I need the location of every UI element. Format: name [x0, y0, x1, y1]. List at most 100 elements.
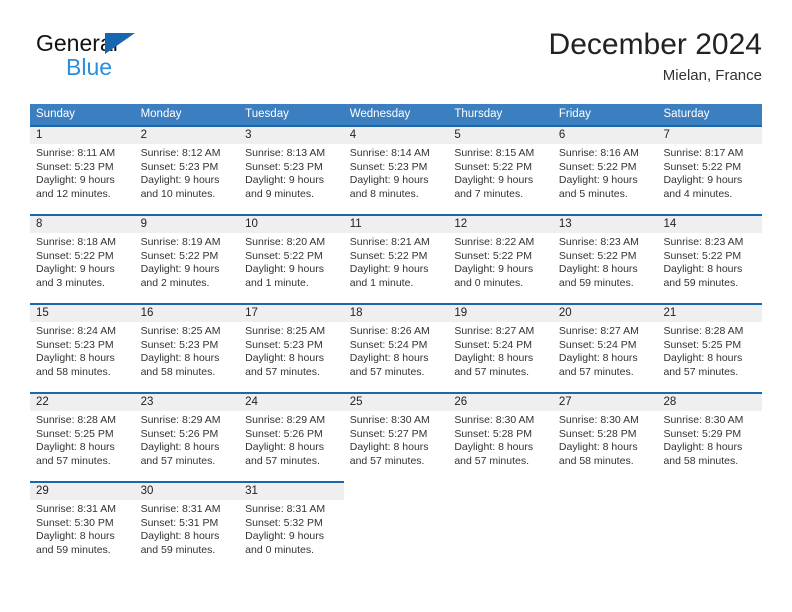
day-number: 18: [343, 305, 449, 322]
day-info-line: and 57 minutes.: [36, 454, 111, 467]
day-sun-info: Sunrise: 8:28 AM Sunset: 5:25 PM Daylight:…: [30, 411, 135, 468]
day-sun-info: Sunrise: 8:15 AM Sunset: 5:22 PM Daylight:…: [448, 144, 553, 201]
calendar-day-cell[interactable]: 29 Sunrise: 8:31 AM Sunset: 5:30 PM Dayligh…: [30, 481, 135, 570]
day-sun-info: Sunrise: 8:28 AM Sunset: 5:25 PM Daylight:…: [657, 322, 762, 379]
page-header: General Blue December 2024 Mielan, Franc…: [30, 26, 762, 92]
day-sun-info: Sunrise: 8:20 AM Sunset: 5:22 PM Daylight:…: [239, 233, 344, 290]
day-sun-info: Sunrise: 8:25 AM Sunset: 5:23 PM Daylight:…: [239, 322, 344, 379]
calendar-day-cell[interactable]: 4 Sunrise: 8:14 AM Sunset: 5:23 PM Daylight…: [343, 125, 449, 214]
day-info-line: Sunset: 5:26 PM: [140, 427, 219, 440]
calendar-day-cell[interactable]: 17 Sunrise: 8:25 AM Sunset: 5:23 PM Dayligh…: [239, 303, 344, 392]
day-info-line: Sunrise: 8:21 AM: [349, 236, 430, 248]
calendar-day-cell[interactable]: 18 Sunrise: 8:26 AM Sunset: 5:24 PM Dayligh…: [343, 303, 449, 392]
day-info-line: Sunrise: 8:31 AM: [36, 503, 116, 515]
calendar-day-cell[interactable]: 7 Sunrise: 8:17 AM Sunset: 5:22 PM Daylight…: [657, 125, 763, 214]
day-info-line: Daylight: 8 hours: [349, 352, 429, 365]
day-number: 13: [552, 216, 658, 233]
calendar-empty-cell: [552, 481, 658, 570]
day-info-line: Sunset: 5:22 PM: [454, 249, 532, 262]
calendar-day-cell[interactable]: 27 Sunrise: 8:30 AM Sunset: 5:28 PM Dayligh…: [552, 392, 658, 481]
day-number: 3: [239, 127, 344, 144]
calendar-day-cell[interactable]: 20 Sunrise: 8:27 AM Sunset: 5:24 PM Dayligh…: [552, 303, 658, 392]
day-info-line: Sunrise: 8:20 AM: [245, 236, 326, 248]
day-number: 2: [134, 127, 240, 144]
day-info-line: and 57 minutes.: [140, 454, 216, 467]
calendar-day-cell[interactable]: 31 Sunrise: 8:31 AM Sunset: 5:32 PM Dayligh…: [239, 481, 344, 570]
calendar-day-cell[interactable]: 1 Sunrise: 8:11 AM Sunset: 5:23 PM Daylight…: [30, 125, 135, 214]
day-info-line: and 10 minutes.: [140, 187, 216, 200]
calendar-day-cell[interactable]: 2 Sunrise: 8:12 AM Sunset: 5:23 PM Daylight…: [134, 125, 240, 214]
day-sun-info: Sunrise: 8:23 AM Sunset: 5:22 PM Daylight:…: [657, 233, 762, 290]
calendar-day-cell[interactable]: 11 Sunrise: 8:21 AM Sunset: 5:22 PM Dayligh…: [343, 214, 449, 303]
day-info-line: Sunset: 5:22 PM: [245, 249, 323, 262]
day-info-line: Daylight: 9 hours: [245, 263, 324, 276]
title-block: December 2024 Mielan, France: [549, 26, 762, 87]
calendar-day-cell[interactable]: 30 Sunrise: 8:31 AM Sunset: 5:31 PM Dayligh…: [134, 481, 240, 570]
day-info-line: Daylight: 8 hours: [663, 263, 743, 276]
calendar-day-cell[interactable]: 12 Sunrise: 8:22 AM Sunset: 5:22 PM Dayligh…: [448, 214, 553, 303]
day-info-line: Sunrise: 8:12 AM: [140, 147, 221, 159]
day-number: 12: [448, 216, 553, 233]
calendar-page: General Blue December 2024 Mielan, Franc…: [0, 0, 792, 612]
calendar-week-row: 15 Sunrise: 8:24 AM Sunset: 5:23 PM Dayligh…: [30, 303, 763, 392]
day-info-line: and 1 minute.: [245, 276, 309, 289]
day-info-line: Sunrise: 8:30 AM: [349, 414, 430, 426]
day-number: 25: [343, 394, 449, 411]
day-info-line: and 57 minutes.: [663, 365, 739, 378]
day-info-line: Sunrise: 8:15 AM: [454, 147, 535, 159]
calendar-day-cell[interactable]: 28 Sunrise: 8:30 AM Sunset: 5:29 PM Dayligh…: [657, 392, 763, 481]
day-info-line: Sunset: 5:26 PM: [245, 427, 323, 440]
day-info-line: Sunset: 5:23 PM: [36, 338, 114, 351]
day-info-line: and 59 minutes.: [140, 543, 216, 556]
day-number: 30: [134, 483, 240, 500]
calendar-day-cell[interactable]: 5 Sunrise: 8:15 AM Sunset: 5:22 PM Daylight…: [448, 125, 553, 214]
day-info-line: Sunrise: 8:27 AM: [454, 325, 535, 337]
day-info-line: Sunset: 5:29 PM: [663, 427, 742, 440]
day-sun-info: Sunrise: 8:25 AM Sunset: 5:23 PM Daylight:…: [135, 322, 240, 379]
day-info-line: Sunrise: 8:28 AM: [663, 325, 744, 337]
day-info-line: Sunrise: 8:14 AM: [349, 147, 430, 159]
day-info-line: Sunset: 5:22 PM: [36, 249, 114, 262]
day-info-line: Daylight: 8 hours: [558, 441, 638, 454]
weekday-header-row: Sunday Monday Tuesday Wednesday Thursday Frid…: [30, 104, 762, 125]
weekday-header-thursday: Thursday: [454, 108, 503, 120]
calendar-day-cell[interactable]: 3 Sunrise: 8:13 AM Sunset: 5:23 PM Daylight…: [239, 125, 344, 214]
calendar-day-cell[interactable]: 16 Sunrise: 8:25 AM Sunset: 5:23 PM Dayligh…: [134, 303, 240, 392]
day-info-line: and 59 minutes.: [36, 543, 111, 556]
day-info-line: and 57 minutes.: [349, 365, 425, 378]
day-sun-info: Sunrise: 8:31 AM Sunset: 5:30 PM Daylight:…: [30, 500, 135, 557]
day-info-line: and 58 minutes.: [663, 454, 739, 467]
calendar-day-cell[interactable]: 23 Sunrise: 8:29 AM Sunset: 5:26 PM Dayligh…: [134, 392, 240, 481]
calendar-day-cell[interactable]: 21 Sunrise: 8:28 AM Sunset: 5:25 PM Dayligh…: [657, 303, 763, 392]
day-info-line: Sunset: 5:24 PM: [349, 338, 428, 351]
logo-triangle-icon: [105, 33, 135, 54]
calendar-day-cell[interactable]: 10 Sunrise: 8:20 AM Sunset: 5:22 PM Dayligh…: [239, 214, 344, 303]
day-info-line: Daylight: 8 hours: [663, 352, 743, 365]
day-info-line: Sunset: 5:23 PM: [349, 160, 428, 173]
day-number: 17: [239, 305, 344, 322]
day-info-line: and 12 minutes.: [36, 187, 111, 200]
day-info-line: Sunrise: 8:22 AM: [454, 236, 535, 248]
day-info-line: and 3 minutes.: [36, 276, 105, 289]
calendar-day-cell[interactable]: 22 Sunrise: 8:28 AM Sunset: 5:25 PM Dayligh…: [30, 392, 135, 481]
calendar-day-cell[interactable]: 6 Sunrise: 8:16 AM Sunset: 5:22 PM Daylight…: [552, 125, 658, 214]
day-info-line: Daylight: 8 hours: [140, 441, 220, 454]
calendar-day-cell[interactable]: 8 Sunrise: 8:18 AM Sunset: 5:22 PM Daylight…: [30, 214, 135, 303]
day-info-line: Sunset: 5:24 PM: [558, 338, 637, 351]
calendar-day-cell[interactable]: 9 Sunrise: 8:19 AM Sunset: 5:22 PM Daylight…: [134, 214, 240, 303]
day-info-line: Daylight: 9 hours: [663, 174, 743, 187]
day-info-line: Daylight: 8 hours: [558, 352, 638, 365]
calendar-day-cell[interactable]: 13 Sunrise: 8:23 AM Sunset: 5:22 PM Dayligh…: [552, 214, 658, 303]
calendar-day-cell[interactable]: 14 Sunrise: 8:23 AM Sunset: 5:22 PM Dayligh…: [657, 214, 763, 303]
calendar-week-row: 22 Sunrise: 8:28 AM Sunset: 5:25 PM Dayligh…: [30, 392, 763, 481]
calendar-day-cell[interactable]: 19 Sunrise: 8:27 AM Sunset: 5:24 PM Dayligh…: [448, 303, 553, 392]
calendar-day-cell[interactable]: 25 Sunrise: 8:30 AM Sunset: 5:27 PM Dayligh…: [343, 392, 449, 481]
calendar-day-cell[interactable]: 26 Sunrise: 8:30 AM Sunset: 5:28 PM Dayligh…: [448, 392, 553, 481]
day-sun-info: Sunrise: 8:17 AM Sunset: 5:22 PM Daylight:…: [657, 144, 762, 201]
day-sun-info: Sunrise: 8:31 AM Sunset: 5:31 PM Daylight:…: [135, 500, 240, 557]
day-info-line: Daylight: 9 hours: [36, 174, 115, 187]
day-info-line: Daylight: 8 hours: [36, 441, 115, 454]
calendar-day-cell[interactable]: 24 Sunrise: 8:29 AM Sunset: 5:26 PM Dayligh…: [239, 392, 344, 481]
calendar-day-cell[interactable]: 15 Sunrise: 8:24 AM Sunset: 5:23 PM Dayligh…: [30, 303, 135, 392]
day-info-line: and 4 minutes.: [663, 187, 733, 200]
